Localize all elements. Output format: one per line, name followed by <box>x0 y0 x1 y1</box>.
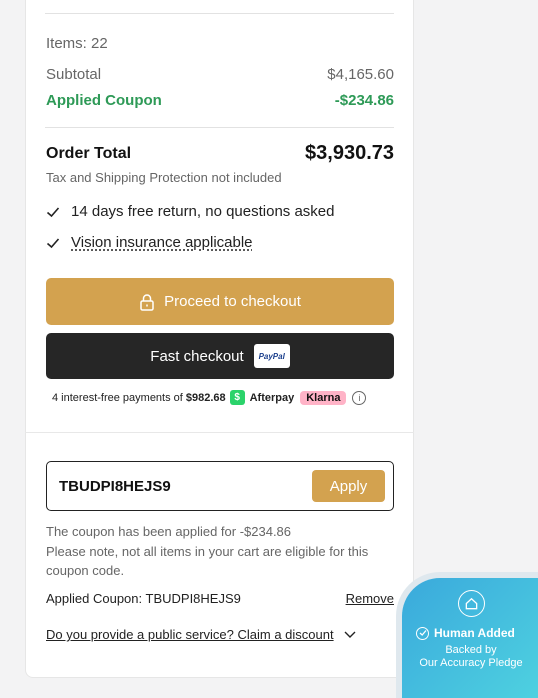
fast-checkout-button[interactable]: Fast checkout PayPal <box>46 333 394 379</box>
apply-coupon-button[interactable]: Apply <box>312 470 385 502</box>
remove-coupon-link[interactable]: Remove <box>346 591 394 606</box>
check-circle-icon <box>416 626 429 640</box>
coupon-code-input[interactable] <box>59 477 312 495</box>
benefit-free-return: 14 days free return, no questions asked <box>46 203 335 220</box>
installment-amount: $982.68 <box>185 391 226 404</box>
tax-note: Tax and Shipping Protection not included <box>46 170 282 185</box>
installment-payments: 4 interest-free payments of $982.68 $ Af… <box>52 390 367 405</box>
applied-coupon-label: Applied Coupon <box>46 92 162 109</box>
items-count: Items: 22 <box>46 35 108 52</box>
checkmark-icon <box>46 206 60 217</box>
vision-insurance-link[interactable]: Vision insurance applicable <box>71 234 253 251</box>
benefit-vision-insurance: Vision insurance applicable <box>46 234 253 251</box>
applied-coupon-info: Applied Coupon: TBUDPI8HEJS9 Remove <box>46 591 394 606</box>
badge-line-2: Our Accuracy Pledge <box>419 657 523 669</box>
divider <box>45 13 394 14</box>
coupon-eligibility-note: Please note, not all items in your cart … <box>46 543 369 579</box>
afterpay-icon: $ <box>229 390 245 405</box>
public-service-discount-toggle[interactable]: Do you provide a public service? Claim a… <box>46 627 356 642</box>
paypal-logo: PayPal <box>253 344 290 368</box>
badge-title-text: Human Added <box>434 626 515 640</box>
benefit-text: 14 days free return, no questions asked <box>71 203 335 220</box>
coupon-form: Apply <box>46 461 394 511</box>
applied-coupon-value: -$234.86 <box>334 92 394 109</box>
applied-coupon-code: Applied Coupon: TBUDPI8HEJS9 <box>46 591 241 606</box>
public-service-label: Do you provide a public service? Claim a… <box>46 627 334 642</box>
checkout-label: Proceed to checkout <box>164 293 301 310</box>
proceed-to-checkout-button[interactable]: Proceed to checkout <box>46 278 394 325</box>
badge-subtitle: Backed by Our Accuracy Pledge <box>402 644 538 670</box>
checkmark-icon <box>46 237 60 248</box>
subtotal-value: $4,165.60 <box>327 66 394 83</box>
badge-title: Human Added <box>416 626 515 640</box>
coupon-message: The coupon has been applied for -$234.86… <box>46 522 394 581</box>
order-total-row: Order Total $3,930.73 <box>46 142 394 165</box>
chevron-down-icon <box>344 631 356 638</box>
fast-checkout-label: Fast checkout <box>150 347 244 365</box>
order-total-value: $3,930.73 <box>305 142 394 164</box>
coupon-applied-message: The coupon has been applied for -$234.86 <box>46 524 292 539</box>
subtotal-label: Subtotal <box>46 66 102 83</box>
badge-line-1: Backed by <box>445 644 497 656</box>
klarna-label: Klarna <box>300 390 347 405</box>
subtotal-row: Subtotal $4,165.60 <box>46 66 394 83</box>
afterpay-label: Afterpay <box>249 391 295 404</box>
items-count-row: Items: 22 <box>46 35 394 52</box>
order-total-label: Order Total <box>46 144 132 162</box>
lock-icon <box>140 293 154 311</box>
accuracy-pledge-badge[interactable]: Human Added Backed by Our Accuracy Pledg… <box>402 578 538 698</box>
installment-text: 4 interest-free payments of <box>52 391 183 404</box>
divider <box>25 432 414 433</box>
info-icon[interactable]: i <box>352 390 367 405</box>
applied-coupon-row: Applied Coupon -$234.86 <box>46 92 394 109</box>
divider <box>45 127 394 128</box>
home-icon <box>458 590 485 617</box>
